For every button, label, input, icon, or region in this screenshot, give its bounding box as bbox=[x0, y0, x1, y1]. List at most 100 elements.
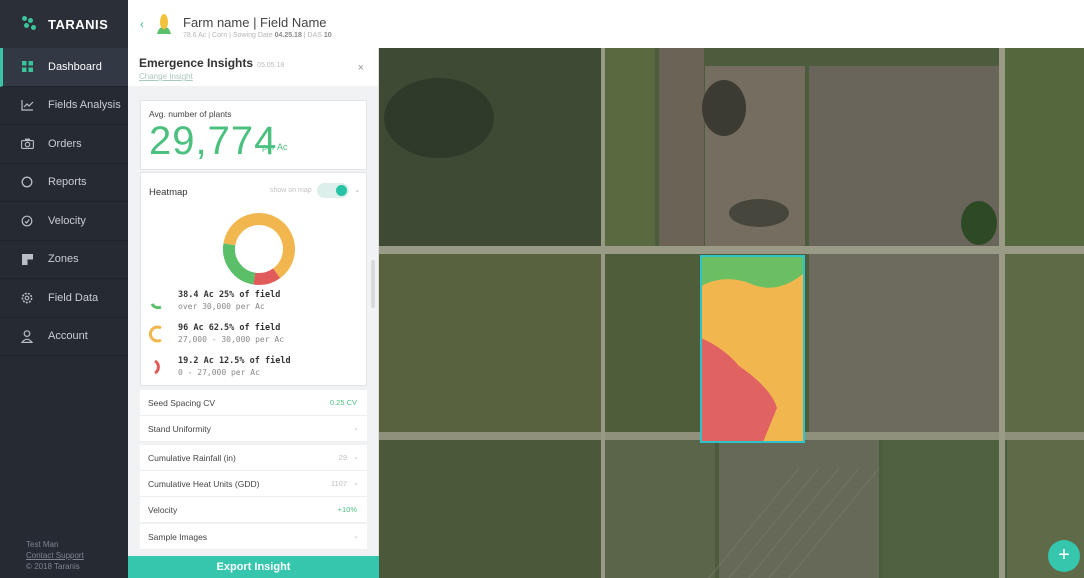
legend-sub: 0 - 27,000 per Ac bbox=[178, 368, 260, 377]
legend-main: 19.2 Ac 12.5% of field bbox=[178, 356, 291, 366]
page-title: Farm name | Field Name bbox=[183, 15, 327, 30]
legend-arc-icon bbox=[154, 359, 160, 375]
sidebar-item-dashboard[interactable]: Dashboard bbox=[0, 48, 128, 87]
show-on-map-label: show on map bbox=[270, 187, 312, 194]
pond bbox=[702, 80, 746, 136]
sidebar-item-label: Account bbox=[48, 330, 88, 343]
insight-date: 05.05.18 bbox=[257, 62, 285, 69]
add-fab-button[interactable]: + bbox=[1048, 540, 1080, 572]
avg-plants-value: 29,774 bbox=[149, 119, 278, 163]
sidebar-item-reports[interactable]: Reports bbox=[0, 164, 128, 202]
pond bbox=[729, 199, 789, 227]
parcel bbox=[883, 440, 1003, 578]
brand-name: TARANIS bbox=[48, 16, 109, 32]
chevron-down-icon: ⌄ bbox=[353, 454, 359, 461]
chevron-down-icon: ⌄ bbox=[353, 533, 359, 540]
chevron-down-icon: ⌄ bbox=[353, 425, 359, 432]
avg-plants-card: Avg. number of plants 29,774 per Ac bbox=[140, 100, 367, 170]
sidebar-item-orders[interactable]: Orders bbox=[0, 125, 128, 164]
export-insight-button[interactable]: Export Insight bbox=[128, 556, 379, 578]
field-subtitle: 78.6 Ac | Corn | Sowing Date 04.25.18 | … bbox=[183, 32, 332, 39]
chevron-down-icon[interactable]: ⌄ bbox=[354, 185, 361, 194]
legend-item: 96 Ac 62.5% of field 27,000 - 30,000 per… bbox=[149, 321, 359, 351]
taranis-logo-icon bbox=[22, 16, 38, 32]
sidebar-item-label: Zones bbox=[48, 253, 79, 266]
field-heatmap-overlay[interactable] bbox=[700, 255, 805, 443]
sidebar-item-velocity[interactable]: Velocity bbox=[0, 202, 128, 241]
legend-sub: over 30,000 per Ac bbox=[178, 302, 265, 311]
row-label: Cumulative Heat Units (GDD) bbox=[148, 479, 260, 489]
row-value: 0.25 CV bbox=[329, 398, 357, 407]
panel-scrollbar[interactable] bbox=[371, 260, 375, 308]
legend-item: 19.2 Ac 12.5% of field 0 - 27,000 per Ac bbox=[149, 354, 359, 384]
parcel bbox=[1005, 48, 1084, 246]
user-name: Test Man bbox=[26, 540, 59, 549]
donut-segment bbox=[223, 243, 256, 285]
sidebar-item-zones[interactable]: Zones bbox=[0, 241, 128, 279]
line-chart-icon bbox=[20, 98, 34, 112]
map-canvas[interactable] bbox=[379, 48, 1084, 578]
toggle-knob bbox=[336, 185, 347, 196]
row-value: 29 bbox=[338, 453, 347, 462]
brand-logo[interactable]: TARANIS bbox=[0, 0, 128, 48]
row-label: Cumulative Rainfall (in) bbox=[148, 453, 236, 463]
gear-icon bbox=[20, 291, 34, 305]
sidebar-item-label: Dashboard bbox=[48, 60, 102, 73]
das-value: 10 bbox=[323, 32, 332, 39]
metric-row-sample-images[interactable]: Sample Images ⌄ bbox=[140, 524, 367, 550]
sidebar-item-label: Orders bbox=[48, 137, 82, 150]
road bbox=[601, 48, 605, 578]
parcel bbox=[379, 254, 601, 432]
heatmap-card: Heatmap show on map ⌄ 38.4 Ac 25% of fie… bbox=[140, 172, 367, 386]
satellite-map[interactable] bbox=[379, 48, 1084, 578]
das-separator: | DAS bbox=[301, 32, 322, 39]
sidebar-item-label: Fields Analysis bbox=[48, 99, 121, 112]
parcel bbox=[1005, 254, 1084, 432]
parcel bbox=[379, 440, 601, 578]
row-label: Stand Uniformity bbox=[148, 424, 211, 434]
legend-arc-icon bbox=[150, 303, 162, 310]
legend-arc-icon bbox=[149, 325, 162, 343]
corn-icon bbox=[157, 14, 171, 34]
panel-title: Emergence Insights 05.05.18 bbox=[139, 56, 284, 70]
sowing-date: 04.25.18 bbox=[274, 32, 302, 39]
metric-row-seed-spacing[interactable]: Seed Spacing CV 0.25 CV bbox=[140, 390, 367, 416]
parcel bbox=[605, 440, 715, 578]
sidebar-item-account[interactable]: Account bbox=[0, 318, 128, 356]
zones-icon bbox=[20, 252, 34, 266]
sidebar-footer: Test Man Contact Support © 2018 Taranis bbox=[26, 539, 84, 572]
sidebar-item-label: Field Data bbox=[48, 291, 99, 304]
metric-row-gdd[interactable]: Cumulative Heat Units (GDD) 1107 ⌄ bbox=[140, 471, 367, 497]
sidebar-item-field-data[interactable]: Field Data bbox=[0, 279, 128, 318]
avg-plants-label: Avg. number of plants bbox=[149, 109, 232, 119]
legend-main: 38.4 Ac 25% of field bbox=[178, 290, 281, 300]
circle-icon bbox=[20, 175, 34, 189]
metric-row-velocity[interactable]: Velocity +10% bbox=[140, 497, 367, 523]
sidebar: TARANIS Dashboard Fields Analysis Orders… bbox=[0, 0, 128, 578]
chevron-down-icon: ⌄ bbox=[353, 480, 359, 487]
sidebar-item-label: Reports bbox=[48, 176, 87, 189]
pond bbox=[384, 78, 494, 158]
contact-support-link[interactable]: Contact Support bbox=[26, 550, 84, 561]
legend-sub: 27,000 - 30,000 per Ac bbox=[178, 335, 284, 344]
copyright: © 2018 Taranis bbox=[26, 562, 80, 571]
change-insight-link[interactable]: Change Insight bbox=[139, 72, 193, 81]
legend-item: 38.4 Ac 25% of field over 30,000 per Ac bbox=[149, 288, 359, 318]
heatmap-donut bbox=[223, 213, 295, 285]
metric-row-stand-uniformity[interactable]: Stand Uniformity ⌄ bbox=[140, 416, 367, 442]
panel-title-text: Emergence Insights bbox=[139, 56, 254, 70]
sidebar-item-fields-analysis[interactable]: Fields Analysis bbox=[0, 87, 128, 125]
show-on-map-toggle[interactable] bbox=[317, 183, 349, 198]
metric-row-rainfall[interactable]: Cumulative Rainfall (in) 29 ⌄ bbox=[140, 445, 367, 471]
row-label: Sample Images bbox=[148, 532, 208, 542]
panel-header: Emergence Insights 05.05.18 Change Insigh… bbox=[128, 48, 378, 86]
parcel bbox=[809, 254, 999, 432]
back-chevron-icon[interactable]: ‹ bbox=[140, 17, 144, 31]
parcel bbox=[605, 254, 699, 432]
sidebar-item-label: Velocity bbox=[48, 214, 86, 227]
row-label: Velocity bbox=[148, 505, 178, 515]
close-icon[interactable]: × bbox=[358, 62, 364, 74]
user-icon bbox=[20, 329, 34, 343]
row-value: +10% bbox=[337, 505, 357, 514]
row-label: Seed Spacing CV bbox=[148, 398, 216, 408]
